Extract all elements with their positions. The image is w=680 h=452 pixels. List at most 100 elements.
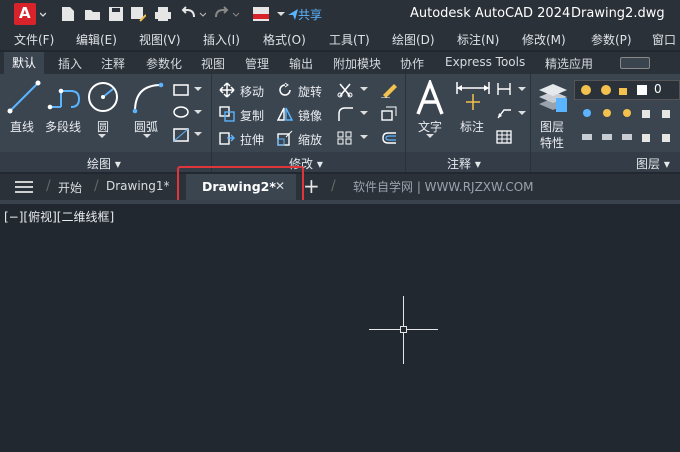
panel-divider: [405, 74, 406, 172]
menu-view[interactable]: 视图(V): [139, 31, 181, 48]
tab-insert[interactable]: 插入: [58, 55, 82, 72]
tab-output[interactable]: 输出: [289, 55, 313, 72]
save-as-icon[interactable]: [130, 5, 146, 23]
trim-dropdown-icon[interactable]: [360, 87, 368, 93]
text-dropdown-icon[interactable]: [426, 134, 434, 140]
redo-icon[interactable]: [214, 5, 240, 23]
ribbon-minimize-toggle[interactable]: [620, 57, 650, 69]
move-icon[interactable]: [219, 82, 235, 98]
draw-panel-title[interactable]: 绘图 ▾: [87, 155, 121, 172]
text-tool-icon[interactable]: [413, 80, 447, 116]
explode-icon[interactable]: [380, 106, 398, 122]
tab-default[interactable]: 默认: [4, 52, 45, 74]
trim-icon[interactable]: [336, 82, 356, 98]
tab-express-tools[interactable]: Express Tools: [445, 55, 525, 69]
viewport-controls[interactable]: [−][俯视][二维线框]: [4, 208, 114, 225]
dimension-tool-icon[interactable]: [455, 80, 491, 114]
arc-dropdown-icon[interactable]: [143, 134, 151, 140]
tab-separator: /: [46, 178, 51, 194]
table-icon[interactable]: [496, 130, 512, 144]
menu-window[interactable]: 窗口: [652, 31, 676, 48]
tab-featured-apps[interactable]: 精选应用: [545, 55, 593, 72]
linear-dim-dropdown-icon[interactable]: [518, 87, 526, 93]
fillet-icon[interactable]: [336, 106, 356, 122]
save-icon[interactable]: [108, 5, 124, 23]
tab-start[interactable]: 开始: [58, 179, 82, 196]
dimension-tool-label[interactable]: 标注: [460, 118, 484, 135]
tab-drawing1[interactable]: Drawing1*: [106, 179, 170, 193]
quick-access-dropdown-icon[interactable]: [276, 5, 286, 23]
rectangle-tool-icon[interactable]: [172, 83, 190, 97]
layer-properties-icon[interactable]: [537, 80, 569, 116]
tab-annotate[interactable]: 注释: [101, 55, 125, 72]
menu-tools[interactable]: 工具(T): [329, 31, 370, 48]
boundary-dropdown-icon[interactable]: [194, 132, 202, 138]
menu-parametric[interactable]: 参数(P): [591, 31, 632, 48]
dwf-publish-icon[interactable]: [252, 5, 270, 23]
hatch-dropdown-icon[interactable]: [194, 110, 202, 116]
layers-panel-title[interactable]: 图层 ▾: [636, 155, 670, 172]
mirror-icon[interactable]: [277, 106, 293, 122]
share-label[interactable]: 共享: [298, 6, 322, 23]
rectangle-dropdown-icon[interactable]: [194, 87, 202, 93]
new-file-icon[interactable]: [60, 5, 76, 23]
menu-file[interactable]: 文件(F): [14, 31, 54, 48]
arc-tool-icon[interactable]: [130, 80, 164, 114]
array-icon[interactable]: [336, 130, 356, 146]
erase-icon[interactable]: [380, 82, 398, 98]
hatch-tool-icon[interactable]: [172, 105, 190, 119]
app-menu-chevron-icon[interactable]: [40, 5, 46, 23]
scale-icon[interactable]: [277, 130, 293, 146]
layer-properties-label-1[interactable]: 图层: [540, 118, 564, 135]
scale-tool-label[interactable]: 缩放: [298, 131, 322, 148]
copy-tool-label[interactable]: 复制: [240, 107, 264, 124]
menu-modify[interactable]: 修改(M): [522, 31, 566, 48]
array-dropdown-icon[interactable]: [360, 135, 368, 141]
boundary-tool-icon[interactable]: [172, 127, 190, 143]
line-tool-icon[interactable]: [7, 80, 41, 114]
copy-icon[interactable]: [219, 106, 235, 122]
rotate-tool-label[interactable]: 旋转: [298, 83, 322, 100]
arc-tool-label[interactable]: 圆弧: [134, 118, 158, 135]
tab-collaborate[interactable]: 协作: [400, 55, 424, 72]
leader-dropdown-icon[interactable]: [518, 111, 526, 117]
move-tool-label[interactable]: 移动: [240, 83, 264, 100]
linear-dim-icon[interactable]: [496, 82, 512, 96]
menu-draw[interactable]: 绘图(D): [392, 31, 435, 48]
menu-insert[interactable]: 插入(I): [203, 31, 240, 48]
fillet-dropdown-icon[interactable]: [360, 111, 368, 117]
tab-addins[interactable]: 附加模块: [333, 55, 381, 72]
annotation-panel-title[interactable]: 注释 ▾: [447, 155, 481, 172]
mirror-tool-label[interactable]: 镜像: [298, 107, 322, 124]
layer-tools-row-2-icons[interactable]: [580, 130, 680, 144]
stretch-icon[interactable]: [219, 130, 235, 146]
hamburger-menu-icon[interactable]: [14, 180, 34, 194]
layer-tools-row-1-icons[interactable]: [580, 106, 680, 120]
stretch-tool-label[interactable]: 拉伸: [240, 131, 264, 148]
leader-icon[interactable]: [496, 106, 512, 120]
polyline-tool-label[interactable]: 多段线: [45, 118, 81, 135]
new-tab-icon[interactable]: +: [303, 174, 320, 198]
text-tool-label[interactable]: 文字: [418, 118, 442, 135]
line-tool-label[interactable]: 直线: [10, 118, 34, 135]
menu-edit[interactable]: 编辑(E): [76, 31, 117, 48]
circle-tool-icon[interactable]: [86, 80, 120, 114]
tab-parametric[interactable]: 参数化: [146, 55, 182, 72]
menu-format[interactable]: 格式(O): [263, 31, 306, 48]
tab-manage[interactable]: 管理: [245, 55, 269, 72]
print-icon[interactable]: [154, 5, 172, 23]
rotate-icon[interactable]: [277, 82, 293, 98]
polyline-tool-icon[interactable]: [47, 83, 81, 113]
offset-icon[interactable]: [380, 130, 398, 146]
circle-tool-label[interactable]: 圆: [97, 118, 109, 135]
tab-view[interactable]: 视图: [201, 55, 225, 72]
layer-dropdown[interactable]: 0: [574, 80, 680, 100]
circle-dropdown-icon[interactable]: [98, 134, 106, 140]
undo-icon[interactable]: [180, 5, 206, 23]
drawing-canvas[interactable]: [0, 204, 680, 452]
layer-properties-label-2[interactable]: 特性: [540, 134, 564, 151]
watermark-text: 软件自学网 | WWW.RJZXW.COM: [353, 180, 534, 194]
autocad-logo-button[interactable]: A: [14, 3, 36, 25]
menu-dimension[interactable]: 标注(N): [457, 31, 499, 48]
open-folder-icon[interactable]: [84, 5, 102, 23]
